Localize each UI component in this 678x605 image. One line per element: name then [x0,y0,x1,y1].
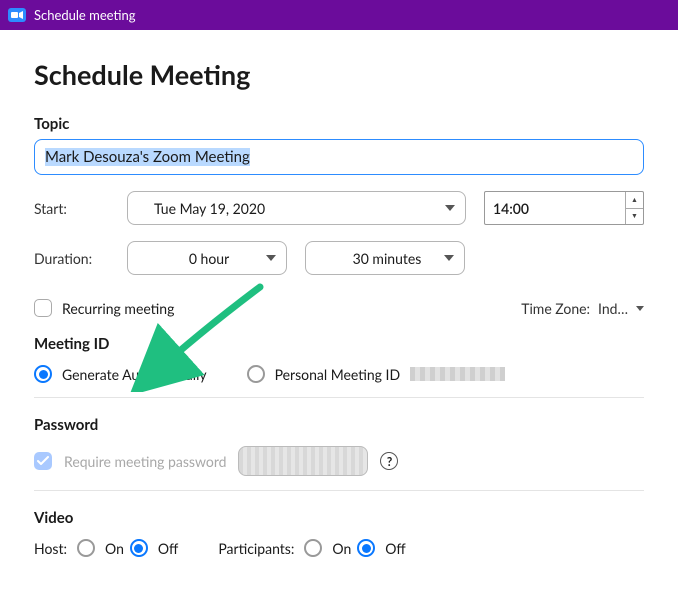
participants-video-label: Participants: [218,540,294,557]
timezone-prefix: Time Zone: [521,300,590,317]
participants-video-on-radio[interactable]: On [304,539,351,557]
window-titlebar: Schedule meeting [0,0,678,30]
section-divider [34,397,644,398]
zoom-app-icon [8,8,26,22]
page-heading: Schedule Meeting [34,58,644,91]
duration-label: Duration: [34,250,109,267]
password-input[interactable] [238,446,368,476]
personal-meeting-id-radio[interactable]: Personal Meeting ID [247,365,506,383]
topic-label: Topic [34,115,644,133]
topic-input[interactable]: Mark Desouza's Zoom Meeting [34,139,644,175]
timezone-select[interactable]: Time Zone: Ind… [521,300,644,317]
start-date-value: Tue May 19, 2020 [154,200,265,217]
chevron-down-icon [266,255,276,261]
topic-input-value: Mark Desouza's Zoom Meeting [45,148,250,166]
help-icon[interactable]: ? [380,452,398,470]
start-time-value: 14:00 [493,200,529,217]
on-label: On [332,540,351,557]
off-label: Off [385,540,405,557]
password-title: Password [34,416,644,434]
chevron-down-icon [444,255,454,261]
personal-meeting-id-label: Personal Meeting ID [275,366,401,383]
meeting-id-title: Meeting ID [34,335,644,353]
start-label: Start: [34,200,109,217]
check-icon [37,456,49,466]
require-password-checkbox[interactable] [34,452,52,470]
duration-minutes-value: 30 minutes [353,250,422,267]
recurring-meeting-label: Recurring meeting [62,300,174,317]
chevron-down-icon [445,205,455,211]
require-password-label: Require meeting password [64,453,226,470]
spinner-down-button[interactable]: ▼ [626,209,643,225]
duration-minutes-select[interactable]: 30 minutes [305,241,465,275]
personal-meeting-id-value-blurred [410,367,505,381]
host-video-label: Host: [34,540,67,557]
duration-hours-value: 0 hour [189,250,229,267]
participants-video-off-radio[interactable]: Off [357,539,405,557]
video-title: Video [34,509,644,527]
start-date-select[interactable]: Tue May 19, 2020 [127,191,466,225]
section-divider [34,490,644,491]
timezone-value: Ind… [598,300,628,317]
chevron-down-icon [636,306,644,311]
generate-automatically-radio[interactable]: Generate Automatically [34,365,207,383]
start-time-input[interactable]: 14:00 ▲ ▼ [484,191,644,225]
on-label: On [105,540,124,557]
host-video-off-radio[interactable]: Off [130,539,178,557]
window-title: Schedule meeting [34,7,136,23]
duration-hours-select[interactable]: 0 hour [127,241,287,275]
spinner-up-button[interactable]: ▲ [626,192,643,209]
time-spinner: ▲ ▼ [625,192,643,224]
recurring-meeting-checkbox[interactable] [34,299,52,317]
generate-automatically-label: Generate Automatically [62,366,207,383]
host-video-on-radio[interactable]: On [77,539,124,557]
off-label: Off [158,540,178,557]
